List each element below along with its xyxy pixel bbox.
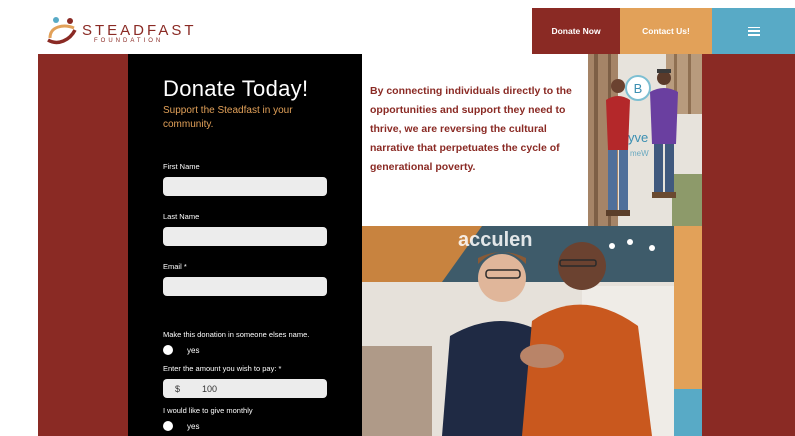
menu-button[interactable]: [712, 8, 795, 54]
sign-subtext: meW: [630, 149, 649, 158]
monthly-yes-radio[interactable]: [163, 421, 173, 431]
donation-form: Donate Today! Support the Steadfast in y…: [128, 54, 362, 436]
left-red-band: [38, 54, 128, 436]
hamburger-icon: [747, 26, 760, 36]
monthly-yes-option[interactable]: yes: [163, 421, 199, 431]
orange-accent-bar: [674, 226, 702, 389]
email-label: Email *: [163, 262, 187, 271]
donate-now-label: Donate Now: [551, 26, 601, 36]
volunteers-photo: B yve meW: [588, 54, 702, 226]
donate-now-button[interactable]: Donate Now: [532, 8, 620, 54]
mission-panel: By connecting individuals directly to th…: [362, 54, 588, 226]
honor-question: Make this donation in someone elses name…: [163, 330, 310, 339]
logo-mark-icon: [47, 17, 77, 45]
monthly-yes-label: yes: [187, 421, 200, 431]
amount-input[interactable]: $ 100: [163, 379, 327, 398]
contact-us-label: Contact Us!: [642, 26, 690, 36]
first-name-label: First Name: [163, 162, 200, 171]
mission-text: By connecting individuals directly to th…: [370, 85, 572, 173]
blue-accent-bar: [674, 389, 702, 436]
monthly-question: I would like to give monthly: [163, 406, 253, 415]
amount-label: Enter the amount you wish to pay: *: [163, 364, 282, 373]
email-input[interactable]: [163, 277, 327, 296]
sign-letter: B: [634, 81, 643, 96]
honor-yes-label: yes: [187, 345, 200, 355]
honor-yes-radio[interactable]: [163, 345, 173, 355]
last-name-input[interactable]: [163, 227, 327, 246]
handshake-photo: acculen: [362, 226, 674, 436]
form-title: Donate Today!: [163, 76, 309, 101]
banner-text: acculen: [458, 229, 532, 251]
right-red-band: [702, 54, 795, 436]
sign-text: yve: [628, 130, 648, 145]
last-name-label: Last Name: [163, 212, 200, 221]
honor-yes-option[interactable]: yes: [163, 345, 199, 355]
steadfast-logo[interactable]: STEADFAST FOUNDATION: [44, 16, 194, 46]
amount-value: 100: [202, 383, 218, 394]
first-name-input[interactable]: [163, 177, 327, 196]
logo-subtitle: FOUNDATION: [94, 38, 164, 44]
currency-symbol: $: [175, 383, 181, 394]
logo-name: STEADFAST: [82, 22, 197, 39]
site-header: STEADFAST FOUNDATION Donate Now Contact …: [0, 0, 795, 54]
contact-us-button[interactable]: Contact Us!: [620, 8, 712, 54]
form-subtitle: Support the Steadfast in your community.: [163, 105, 293, 130]
